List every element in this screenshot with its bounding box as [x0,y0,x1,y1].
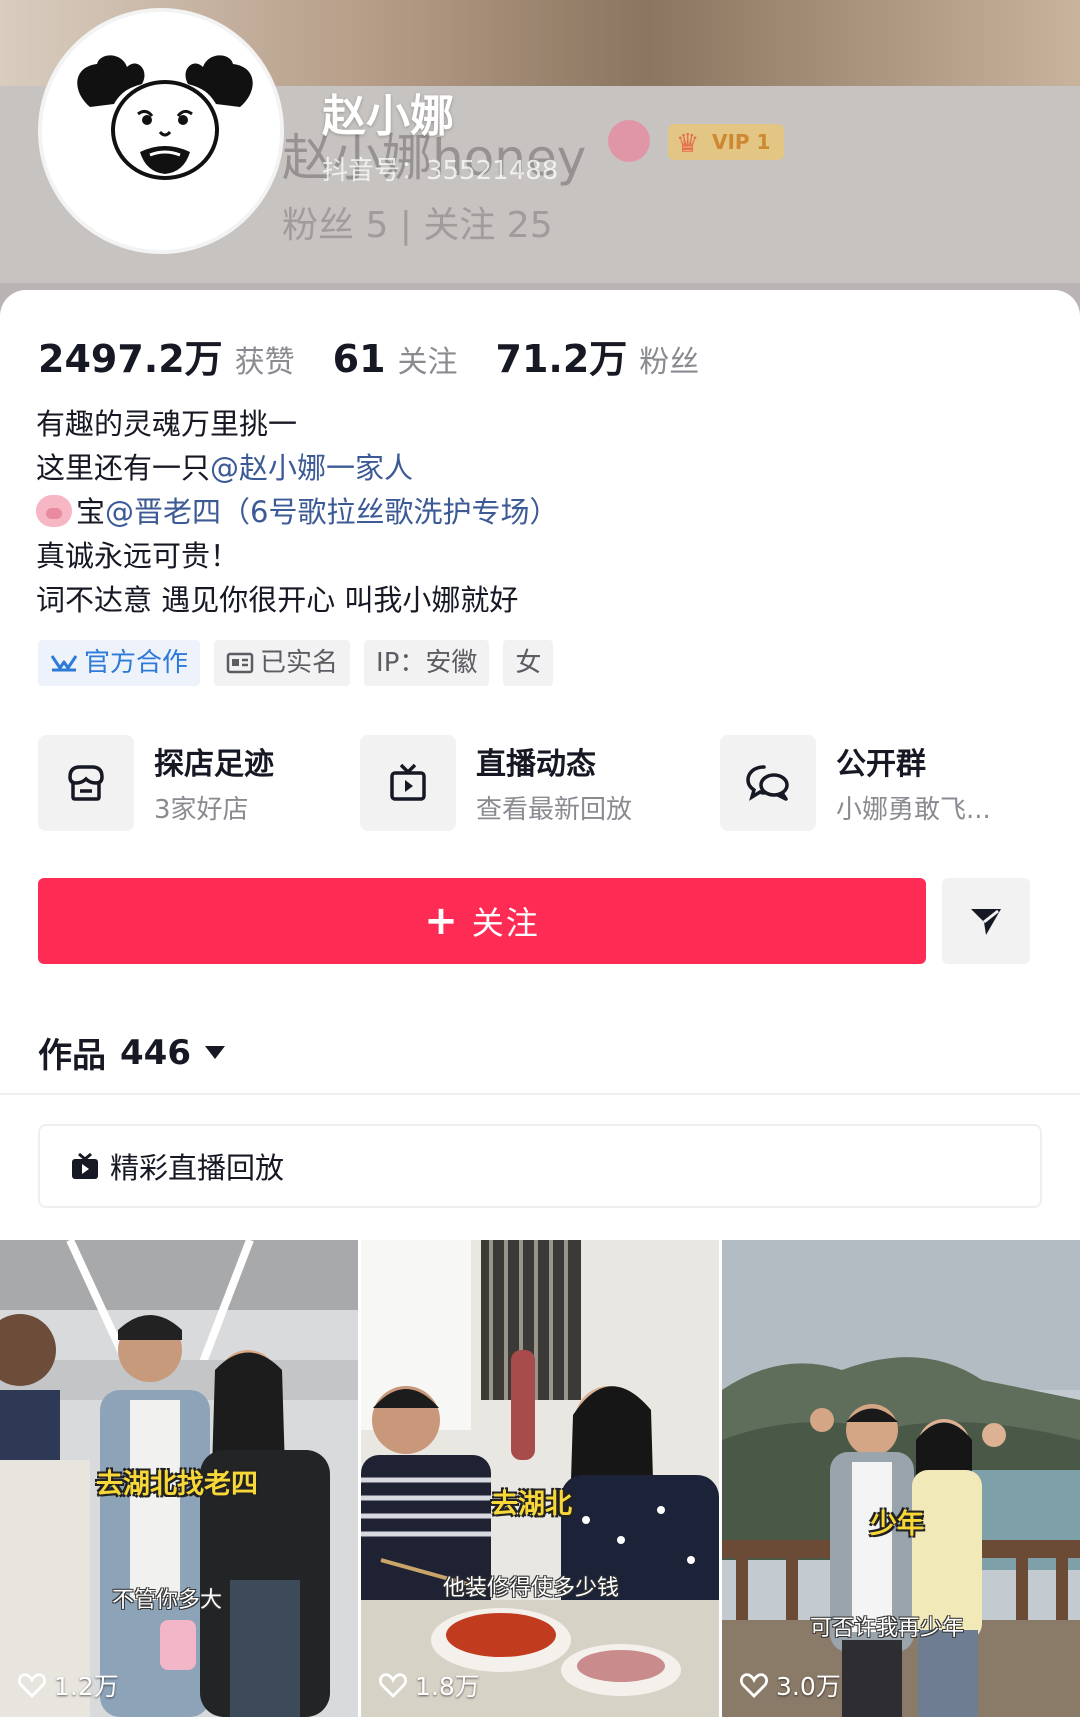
profile-name: 赵小娜 [322,91,454,142]
bio-line: 真诚永远可贵！ [36,539,240,573]
share-button[interactable] [942,878,1030,964]
heart-icon [740,1673,768,1698]
video-cover-image [722,1240,1080,1717]
bio-line: 这里还有一只@赵小娜一家人 [36,451,414,485]
store-icon [38,735,134,831]
video-title-overlay: 去湖北 [491,1489,572,1520]
follow-label: 关注 [471,904,540,942]
profile-tags: 官方合作 已实名 IP：安徽 女 [38,640,554,686]
video-likes: 1.8万 [379,1667,480,1703]
shortcut-subtitle: 查看最新回放 [476,795,633,825]
heart-icon [18,1673,46,1698]
video-caption-overlay: 他装修得使多少钱 [443,1576,620,1601]
likes-label: 获赞 [234,345,295,380]
video-grid: 去湖北找老四 不管你多大 1.2万 去湖北 他装修得使多少钱 1.8万 少年 可… [0,1240,1080,1717]
heart-icon [379,1673,407,1698]
video-cover-image [361,1240,719,1717]
works-count: 446 [120,1032,191,1073]
followers-label: 粉丝 [639,345,700,380]
search-icon [608,120,650,162]
followers-count[interactable]: 71.2万 [496,328,628,383]
shortcut-title: 公开群 [836,747,926,782]
plus-icon: + [424,898,460,944]
shortcut-title: 探店足迹 [154,747,274,782]
bio-line: 有趣的灵魂万里挑一 [36,407,298,441]
divider [0,1093,1080,1095]
stats-row: 2497.2万 获赞 61 关注 71.2万 粉丝 [38,328,737,383]
ip-location-tag: IP：安徽 [364,640,490,686]
handshake-icon [50,655,78,672]
vip-badge: ♛ VIP 1 [668,124,785,160]
works-tab[interactable]: 作品 446 [38,1028,225,1077]
bio-line: 宝@晋老四（6号歌拉丝歌洗护专场） [36,490,558,534]
live-replay-banner[interactable]: 精彩直播回放 [38,1124,1042,1208]
verified-tag[interactable]: 已实名 [214,640,351,686]
shortcut-subtitle: 3家好店 [154,795,249,825]
video-thumbnail[interactable]: 去湖北找老四 不管你多大 1.2万 [0,1240,358,1717]
shortcut-public-group[interactable]: 公开群 小娜勇敢飞... [720,735,1048,831]
video-likes: 1.2万 [18,1667,119,1703]
video-caption-overlay: 不管你多大 [112,1588,223,1613]
avatar[interactable] [38,8,284,254]
id-card-icon [226,652,254,674]
gender-tag: 女 [503,640,554,686]
shortcut-live-updates[interactable]: 直播动态 查看最新回放 [360,735,680,831]
video-thumbnail[interactable]: 去湖北 他装修得使多少钱 1.8万 [361,1240,719,1717]
tv-icon [72,1152,98,1179]
tv-icon [360,735,456,831]
video-caption-overlay: 可否许我再少年 [810,1616,965,1641]
mention-link[interactable]: @晋老四（6号歌拉丝歌洗护专场） [105,495,558,529]
follow-button[interactable]: + 关注 [38,878,926,964]
works-label: 作品 [38,1036,106,1076]
cartoon-avatar-icon [42,12,280,250]
chat-bubbles-icon [720,735,816,831]
ghost-fans-following: 粉丝 5 | 关注 25 [282,205,553,246]
shortcut-title: 直播动态 [476,747,596,782]
bio-line: 词不达意 遇见你很开心 叫我小娜就好 [36,583,519,617]
bio: 有趣的灵魂万里挑一 这里还有一只@赵小娜一家人 宝@晋老四（6号歌拉丝歌洗护专场… [36,402,558,622]
shortcut-subtitle: 小娜勇敢飞... [836,795,991,825]
douyin-id[interactable]: 抖音号：35521488 [322,150,558,187]
live-replay-label: 精彩直播回放 [110,1151,285,1185]
shortcut-row: 探店足迹 3家好店 直播动态 查看最新回放 公开群 小娜勇敢飞... [38,735,1048,831]
video-title-overlay: 少年 [870,1509,924,1540]
following-label: 关注 [397,345,458,380]
video-title-overlay: 去湖北找老四 [96,1469,258,1500]
video-thumbnail[interactable]: 少年 可否许我再少年 3.0万 [722,1240,1080,1717]
caret-down-icon[interactable] [204,1046,225,1059]
send-arrow-icon [971,909,1001,935]
pig-emoji-icon [36,495,72,527]
mention-link[interactable]: @赵小娜一家人 [210,451,413,485]
official-cooperation-tag[interactable]: 官方合作 [38,640,201,686]
crown-icon: ♛ [676,129,700,159]
video-likes: 3.0万 [740,1667,841,1703]
shortcut-store-visits[interactable]: 探店足迹 3家好店 [38,735,338,831]
following-count[interactable]: 61 [333,337,386,381]
profile-card: 2497.2万 获赞 61 关注 71.2万 粉丝 有趣的灵魂万里挑一 这里还有… [0,290,1080,1717]
likes-count[interactable]: 2497.2万 [38,328,223,383]
